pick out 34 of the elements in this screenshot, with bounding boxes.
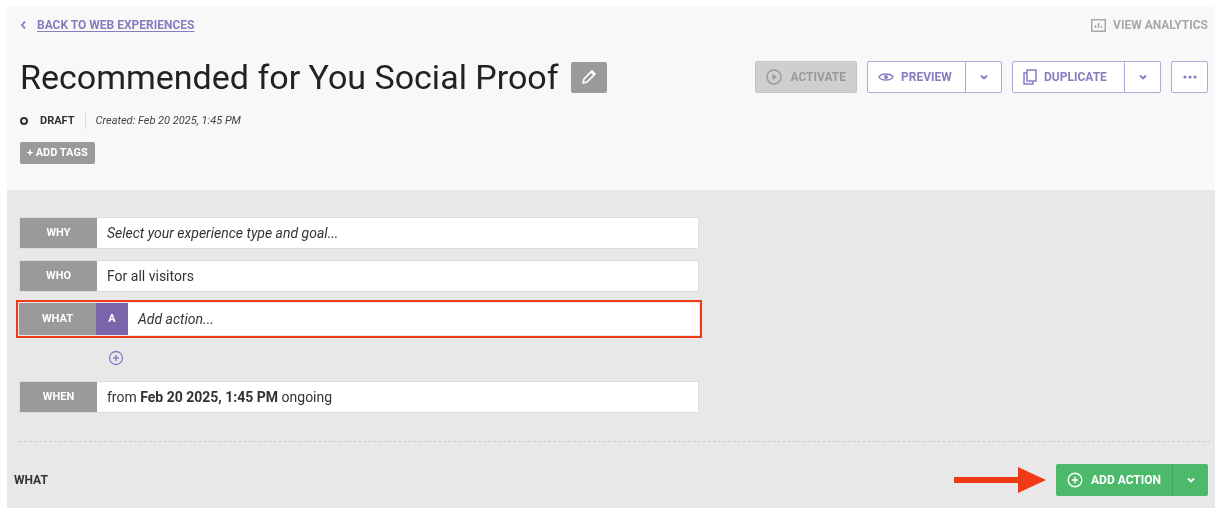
row-value: from Feb 20 2025, 1:45 PM ongoing <box>97 382 698 412</box>
row-label: WHEN <box>20 382 97 412</box>
arrow-pointer-icon <box>954 466 1047 494</box>
more-icon <box>1182 75 1197 79</box>
copy-icon <box>1023 69 1037 85</box>
add-circle-icon <box>1067 472 1084 488</box>
back-link[interactable]: BACK TO WEB EXPERIENCES <box>37 16 195 34</box>
row-label: WHO <box>20 261 97 291</box>
chart-icon <box>1091 18 1107 32</box>
pencil-icon <box>580 69 597 85</box>
rule-row[interactable]: WHAT A Add action... <box>19 303 699 335</box>
status-label: DRAFT <box>40 112 86 130</box>
action-badge: A <box>96 303 128 335</box>
page-title: Recommended for You Social Proof <box>20 57 559 97</box>
row-value: Select your experience type and goal... <box>97 218 698 248</box>
rule-row[interactable]: WHEN from Feb 20 2025, 1:45 PM ongoing <box>19 381 699 413</box>
created-date: Created: Feb 20 2025, 1:45 PM <box>94 112 241 129</box>
more-button[interactable] <box>1171 61 1208 93</box>
back-chevron-icon <box>20 20 27 30</box>
add-tags-button[interactable]: + ADD TAGS <box>20 142 95 164</box>
add-circle-icon[interactable] <box>108 350 124 366</box>
caret-icon <box>1137 72 1148 82</box>
edit-button[interactable] <box>570 61 607 93</box>
eye-icon <box>878 71 894 83</box>
play-icon <box>766 69 783 85</box>
row-value: Add action... <box>128 303 699 335</box>
row-label: WHAT <box>19 303 96 335</box>
caret-icon <box>978 72 989 82</box>
section-label: WHAT <box>14 472 48 489</box>
row-value: For all visitors <box>97 261 698 291</box>
rule-row[interactable]: WHY Select your experience type and goal... <box>19 217 699 249</box>
caret-icon <box>1185 475 1196 485</box>
rule-row[interactable]: WHO For all visitors <box>19 260 699 292</box>
row-label: WHY <box>20 218 97 248</box>
